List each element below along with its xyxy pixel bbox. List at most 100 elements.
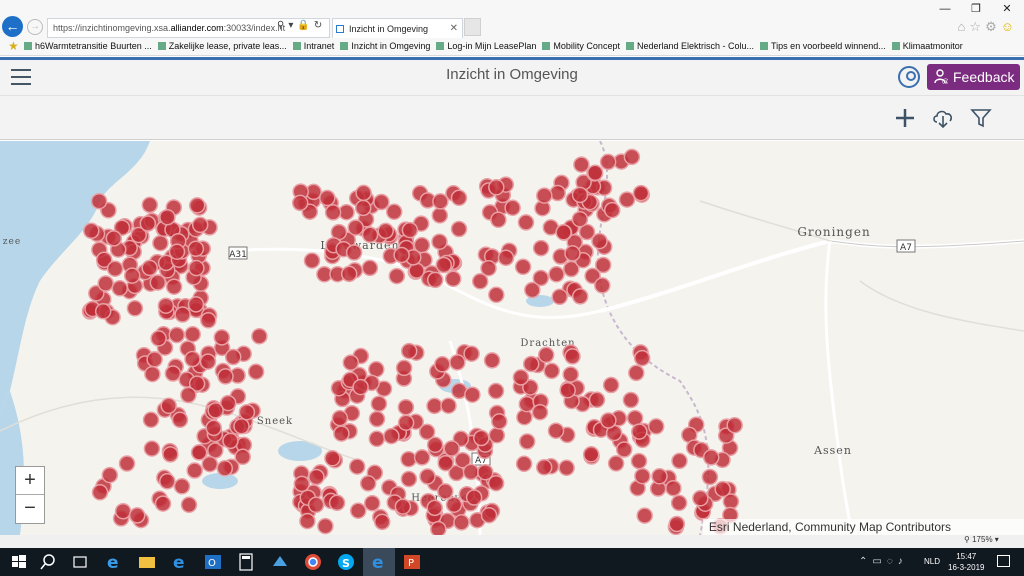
location-marker[interactable] <box>388 267 406 285</box>
location-marker[interactable] <box>238 403 256 421</box>
internet-explorer-active-icon[interactable]: e <box>369 552 389 572</box>
forward-button[interactable]: → <box>27 19 43 35</box>
location-marker[interactable] <box>373 193 390 211</box>
location-marker[interactable] <box>333 425 350 442</box>
location-marker[interactable] <box>144 365 161 383</box>
location-marker[interactable] <box>480 259 497 277</box>
location-marker[interactable] <box>207 402 224 419</box>
location-marker[interactable] <box>159 473 176 490</box>
location-marker[interactable] <box>97 275 114 292</box>
location-marker[interactable] <box>599 153 617 171</box>
location-marker[interactable] <box>190 444 208 461</box>
location-marker[interactable] <box>564 348 581 365</box>
home-icon[interactable]: ⌂ <box>958 19 970 34</box>
location-marker[interactable] <box>419 468 436 485</box>
location-marker[interactable] <box>518 395 536 413</box>
location-marker[interactable] <box>490 211 507 229</box>
location-marker[interactable] <box>400 450 417 468</box>
location-marker[interactable] <box>631 423 648 440</box>
location-marker[interactable] <box>473 429 490 447</box>
location-marker[interactable] <box>571 210 589 228</box>
location-marker[interactable] <box>517 214 535 231</box>
location-marker[interactable] <box>443 440 460 457</box>
location-marker[interactable] <box>159 208 176 226</box>
location-marker[interactable] <box>588 391 606 409</box>
location-marker[interactable] <box>487 382 505 400</box>
zoom-out-button[interactable]: − <box>16 495 44 523</box>
location-marker[interactable] <box>701 468 719 486</box>
location-marker[interactable] <box>324 204 342 221</box>
location-marker[interactable] <box>594 277 611 294</box>
location-marker[interactable] <box>548 266 565 283</box>
location-marker[interactable] <box>571 186 589 204</box>
location-marker[interactable] <box>670 494 688 512</box>
location-marker[interactable] <box>607 455 625 472</box>
location-marker[interactable] <box>549 184 566 202</box>
location-marker[interactable] <box>385 203 403 221</box>
location-marker[interactable] <box>665 479 682 497</box>
location-marker[interactable] <box>586 164 604 182</box>
calculator-icon[interactable] <box>236 552 256 572</box>
location-marker[interactable] <box>191 216 209 234</box>
skype-icon[interactable]: S <box>336 552 356 572</box>
location-marker[interactable] <box>307 496 325 514</box>
task-view-icon[interactable] <box>70 552 90 572</box>
location-marker[interactable] <box>188 197 206 214</box>
location-marker[interactable] <box>154 495 172 512</box>
location-marker[interactable] <box>602 376 620 394</box>
location-marker[interactable] <box>394 498 412 515</box>
location-marker[interactable] <box>368 430 386 448</box>
location-marker[interactable] <box>618 191 636 208</box>
location-marker[interactable] <box>90 192 108 210</box>
favorite-link[interactable]: Mobility Concept <box>542 41 620 51</box>
location-marker[interactable] <box>615 441 633 458</box>
feedback-smiley-icon[interactable]: ☺ <box>1001 19 1018 34</box>
location-marker[interactable] <box>393 246 410 264</box>
location-marker[interactable] <box>453 514 470 531</box>
location-marker[interactable] <box>551 288 568 306</box>
location-marker[interactable] <box>355 184 372 202</box>
location-marker[interactable] <box>180 496 198 514</box>
favorite-link[interactable]: Inzicht in Omgeving <box>340 41 430 51</box>
location-marker[interactable] <box>234 448 251 466</box>
browser-tab[interactable]: Inzicht in Omgeving ✕ <box>332 18 463 38</box>
location-marker[interactable] <box>714 480 731 498</box>
location-marker[interactable] <box>450 220 468 238</box>
location-marker[interactable] <box>603 201 621 219</box>
location-marker[interactable] <box>224 348 242 366</box>
location-marker[interactable] <box>363 494 381 512</box>
location-marker[interactable] <box>401 221 419 239</box>
location-marker[interactable] <box>668 515 686 533</box>
favorite-link[interactable]: Tips en voorbeeld winnend... <box>760 41 886 51</box>
location-marker[interactable] <box>331 409 349 427</box>
search-icon[interactable] <box>38 552 58 572</box>
location-marker[interactable] <box>205 419 222 437</box>
location-marker[interactable] <box>114 502 132 520</box>
location-marker[interactable] <box>647 418 665 435</box>
location-marker[interactable] <box>397 398 415 416</box>
location-marker[interactable] <box>434 356 451 373</box>
location-marker[interactable] <box>213 329 231 346</box>
settings-gear-icon[interactable]: ⚙ <box>985 19 1001 34</box>
download-cloud-icon[interactable] <box>931 106 955 130</box>
location-marker[interactable] <box>349 502 367 519</box>
location-marker[interactable] <box>464 386 481 403</box>
location-marker[interactable] <box>361 226 379 244</box>
favorite-link[interactable]: Log-in Mijn LeasePlan <box>436 41 536 51</box>
location-marker[interactable] <box>150 330 167 347</box>
location-marker[interactable] <box>491 413 508 430</box>
location-marker[interactable] <box>91 484 109 501</box>
feedback-button[interactable]: @ Feedback <box>927 64 1020 90</box>
location-marker[interactable] <box>293 475 311 493</box>
location-marker[interactable] <box>463 345 480 362</box>
favorite-link[interactable]: Nederland Elektrisch - Colu... <box>625 41 754 51</box>
location-marker[interactable] <box>342 354 360 371</box>
location-marker[interactable] <box>628 364 645 382</box>
location-marker[interactable] <box>514 258 532 276</box>
notifications-icon[interactable] <box>997 555 1010 567</box>
location-marker[interactable] <box>199 353 217 370</box>
new-tab-button[interactable] <box>464 18 481 36</box>
file-explorer-icon[interactable] <box>137 552 157 572</box>
location-marker[interactable] <box>352 378 369 396</box>
location-marker[interactable] <box>600 412 617 429</box>
